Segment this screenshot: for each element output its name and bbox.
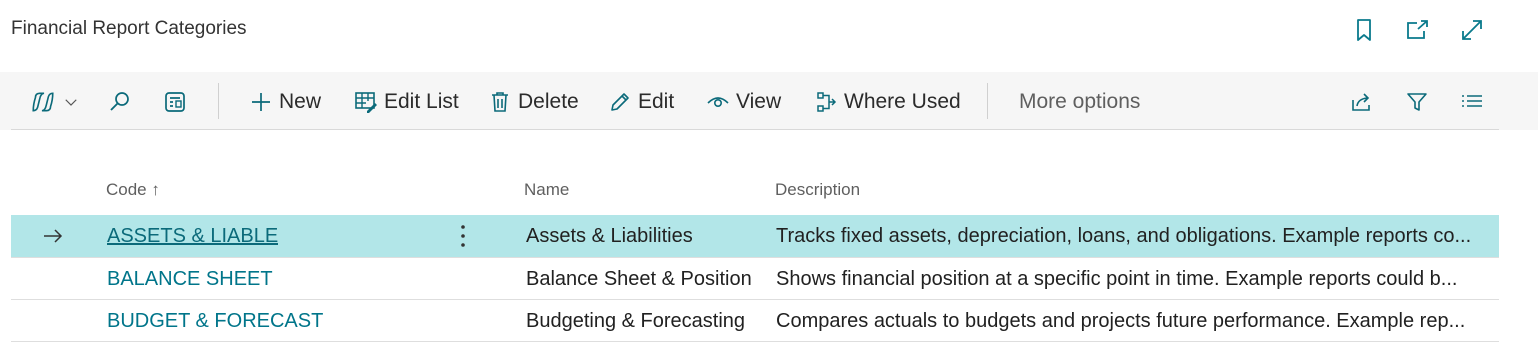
edit-list-icon — [355, 92, 377, 113]
row-code-link[interactable]: BUDGET & FORECAST — [107, 300, 323, 342]
column-header-name[interactable]: Name — [524, 180, 569, 200]
pencil-icon — [611, 93, 629, 111]
sort-ascending-icon: ↑ — [151, 180, 160, 199]
toolbar-separator — [218, 83, 219, 119]
row-name: Assets & Liabilities — [526, 225, 693, 247]
action-bar-divider — [11, 129, 1499, 130]
toolbar-separator — [987, 83, 988, 119]
new-label: New — [279, 90, 322, 113]
more-actions-icon[interactable] — [451, 223, 475, 249]
delete-button[interactable]: Delete — [488, 84, 579, 120]
where-used-button[interactable]: Where Used — [814, 84, 961, 120]
row-description: Shows financial position at a specific p… — [776, 268, 1458, 290]
chevron-down-icon — [65, 99, 77, 106]
filter-button[interactable] — [1405, 84, 1429, 120]
list-view-button[interactable] — [1460, 84, 1484, 120]
list-icon — [1462, 95, 1482, 107]
column-header-description[interactable]: Description — [775, 180, 860, 200]
share-button[interactable] — [1350, 84, 1374, 120]
edit-list-button[interactable]: Edit List — [354, 84, 459, 120]
where-used-icon — [817, 92, 837, 112]
view-label: View — [736, 90, 782, 113]
column-header-code-label: Code — [106, 180, 147, 199]
row-code-link[interactable]: BALANCE SHEET — [107, 258, 273, 300]
more-options-button[interactable]: More options — [1019, 84, 1140, 120]
row-divider — [11, 341, 1499, 342]
trash-icon — [492, 92, 508, 112]
eye-icon — [707, 97, 729, 108]
row-name: Balance Sheet & Position — [526, 268, 752, 290]
personalize-icon — [165, 92, 185, 112]
expand-icon[interactable] — [1458, 16, 1486, 44]
row-code-link[interactable]: ASSETS & LIABLE — [107, 215, 278, 257]
open-in-new-window-icon[interactable] — [1403, 16, 1431, 44]
new-button[interactable]: New — [249, 84, 321, 120]
row-description: Tracks fixed assets, depreciation, loans… — [776, 225, 1472, 247]
view-button[interactable]: View — [706, 84, 781, 120]
share-icon — [1352, 93, 1370, 111]
table-row[interactable]: ASSETS & LIABLE Assets & Liabilities Tra… — [11, 215, 1499, 257]
table-row[interactable]: BUDGET & FORECAST Budgeting & Forecastin… — [11, 300, 1499, 342]
bookmark-icon[interactable] — [1350, 16, 1378, 44]
row-name: Budgeting & Forecasting — [526, 310, 746, 332]
edit-label: Edit — [638, 90, 675, 113]
page-actions — [1350, 16, 1490, 44]
delete-label: Delete — [518, 90, 579, 113]
copilot-button[interactable] — [30, 84, 80, 120]
edit-button[interactable]: Edit — [608, 84, 674, 120]
copilot-icon — [32, 92, 54, 112]
column-header-code[interactable]: Code ↑ — [106, 180, 160, 200]
search-icon — [110, 92, 129, 111]
more-options-label: More options — [1019, 90, 1141, 113]
filter-icon — [1407, 93, 1427, 111]
table-row[interactable]: BALANCE SHEET Balance Sheet & Position S… — [11, 258, 1499, 300]
page-title: Financial Report Categories — [11, 18, 247, 39]
search-button[interactable] — [108, 84, 132, 120]
plus-icon — [252, 93, 270, 111]
arrow-right-icon — [44, 229, 63, 243]
row-description: Compares actuals to budgets and projects… — [776, 310, 1466, 332]
personalize-button[interactable] — [163, 84, 187, 120]
where-used-label: Where Used — [844, 90, 961, 113]
edit-list-label: Edit List — [384, 90, 459, 113]
